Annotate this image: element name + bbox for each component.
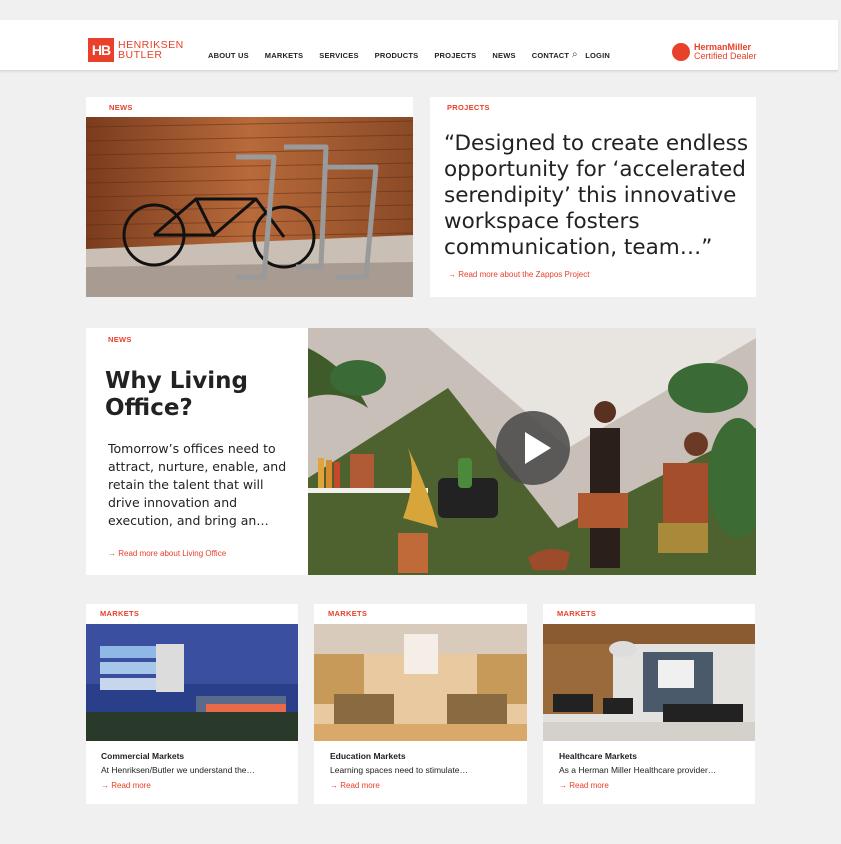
main-nav: ABOUT US MARKETS SERVICES PRODUCTS PROJE…: [208, 49, 626, 60]
herman-miller-badge[interactable]: HermanMiller Certified Dealer: [672, 43, 757, 61]
nav-news[interactable]: NEWS: [492, 51, 515, 60]
market-card-commercial[interactable]: MARKETS Commercial Markets At Henriksen/…: [86, 604, 298, 804]
living-office-video[interactable]: ▶: [308, 328, 756, 575]
education-lab-photo: [314, 624, 527, 741]
market-tag: MARKETS: [100, 609, 140, 618]
market-desc: Learning spaces need to stimulate…: [330, 765, 468, 775]
news-tag: NEWS: [109, 103, 133, 112]
market-title: Commercial Markets: [101, 751, 185, 761]
market-tag: MARKETS: [557, 609, 597, 618]
market-desc: As a Herman Miller Healthcare provider…: [559, 765, 717, 775]
herman-miller-icon: [672, 43, 690, 61]
project-quote: “Designed to create endless opportunity …: [444, 131, 749, 260]
healthcare-lounge-photo: [543, 624, 755, 741]
nav-products[interactable]: PRODUCTS: [375, 51, 419, 60]
news-card[interactable]: NEWS: [86, 97, 413, 297]
logo-mark: HB: [88, 38, 114, 62]
dealer-text: HermanMiller Certified Dealer: [694, 43, 757, 61]
nav-contact[interactable]: CONTACT: [532, 51, 570, 60]
nav-markets[interactable]: MARKETS: [265, 51, 303, 60]
bike-rack-photo: [86, 117, 413, 297]
nav-login[interactable]: LOGIN: [585, 51, 610, 60]
read-more-link[interactable]: → Read more: [330, 781, 380, 790]
logo-text: HENRIKSEN BUTLER: [118, 40, 184, 61]
zappos-project-link[interactable]: → Read more about the Zappos Project: [448, 270, 589, 279]
market-title: Healthcare Markets: [559, 751, 637, 761]
market-card-healthcare[interactable]: MARKETS Healthcare Markets As a Herman M…: [543, 604, 755, 804]
nav-about-us[interactable]: ABOUT US: [208, 51, 249, 60]
dealer-line-2: Certified Dealer: [694, 51, 757, 61]
projects-tag: PROJECTS: [447, 103, 490, 112]
market-desc: At Henriksen/Butler we understand the…: [101, 765, 256, 775]
market-title: Education Markets: [330, 751, 406, 761]
logo-line-2: BUTLER: [118, 49, 163, 61]
living-office-tag: NEWS: [108, 335, 132, 344]
living-office-title: Why Living Office?: [105, 368, 248, 421]
search-icon[interactable]: ⌕: [572, 49, 578, 60]
market-card-education[interactable]: MARKETS Education Markets Learning space…: [314, 604, 527, 804]
living-office-link[interactable]: → Read more about Living Office: [108, 549, 226, 558]
site-header: HB HENRIKSEN BUTLER ABOUT US MARKETS SER…: [0, 20, 838, 71]
market-tag: MARKETS: [328, 609, 368, 618]
living-office-body: Tomorrow’s offices need to attract, nurt…: [108, 441, 287, 528]
site-logo[interactable]: HB HENRIKSEN BUTLER: [88, 38, 184, 62]
nav-services[interactable]: SERVICES: [319, 51, 358, 60]
commercial-building-photo: [86, 624, 298, 741]
read-more-link[interactable]: → Read more: [101, 781, 151, 790]
nav-projects[interactable]: PROJECTS: [434, 51, 476, 60]
read-more-link[interactable]: → Read more: [559, 781, 609, 790]
